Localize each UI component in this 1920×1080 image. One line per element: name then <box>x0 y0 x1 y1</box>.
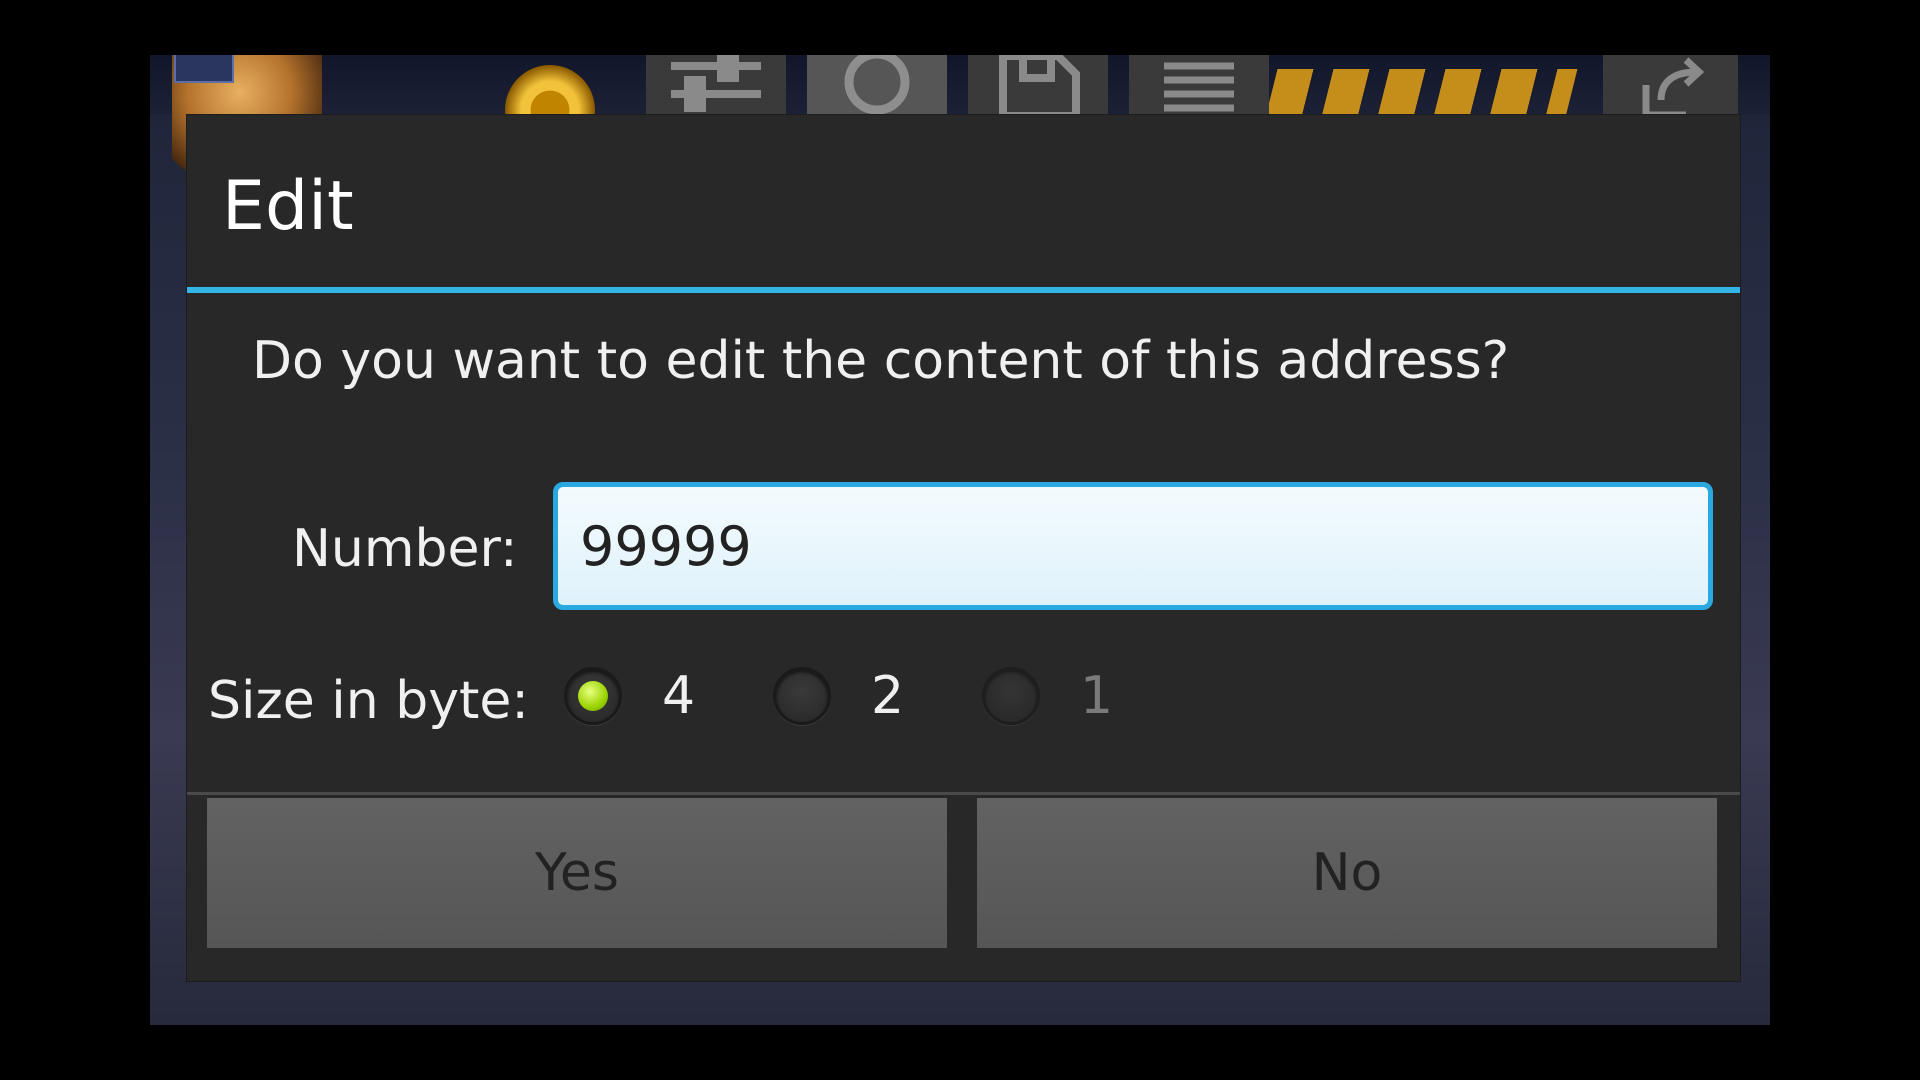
dialog-title: Edit <box>222 167 354 246</box>
size-option-2[interactable]: 2 <box>773 667 904 725</box>
number-input[interactable] <box>553 482 1713 610</box>
radio-dot <box>578 681 608 711</box>
title-divider <box>187 287 1740 293</box>
size-option-1: 1 <box>982 667 1113 725</box>
yes-button[interactable]: Yes <box>207 798 947 948</box>
size-option-label: 1 <box>1080 666 1114 726</box>
size-in-byte-label: Size in byte: <box>208 671 529 731</box>
radio-selected-icon <box>564 667 622 725</box>
radio-unselected-icon <box>773 667 831 725</box>
dialog-message: Do you want to edit the content of this … <box>252 331 1510 391</box>
size-option-label: 4 <box>662 666 696 726</box>
size-option-label: 2 <box>871 666 905 726</box>
app-badge-icon <box>174 55 234 83</box>
radio-unselected-icon <box>982 667 1040 725</box>
button-bar-divider <box>187 792 1740 795</box>
size-option-4[interactable]: 4 <box>564 667 695 725</box>
edit-dialog: Edit Do you want to edit the content of … <box>187 115 1740 981</box>
number-label: Number: <box>292 519 518 579</box>
no-button[interactable]: No <box>977 798 1717 948</box>
